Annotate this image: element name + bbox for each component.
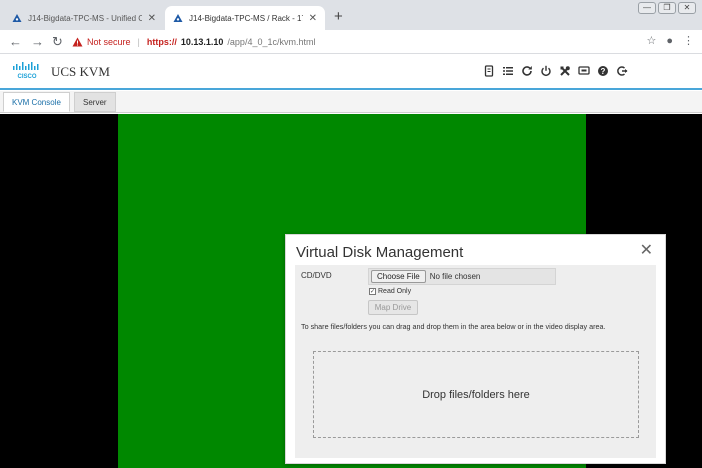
- help-icon[interactable]: ?: [596, 64, 610, 78]
- read-only-checkbox[interactable]: ✓: [369, 288, 376, 295]
- file-input[interactable]: Choose File No file chosen: [368, 268, 556, 285]
- read-only-label: Read Only: [378, 288, 412, 295]
- dialog-body: CD/DVD Choose File No file chosen ✓ Read…: [295, 265, 656, 458]
- cisco-triangle-icon: [12, 14, 22, 22]
- tab-close-icon[interactable]: ✕: [309, 13, 317, 24]
- forward-button[interactable]: →: [31, 33, 44, 51]
- drop-zone-text: Drop files/folders here: [422, 388, 530, 401]
- bookmark-star-icon[interactable]: ☆: [646, 34, 656, 47]
- app-tab-bar: KVM Console Server: [0, 91, 702, 113]
- browser-tab-kvm[interactable]: J14-Bigdata-TPC-MS / Rack - 17 - KVM ✕: [165, 6, 325, 30]
- header-icon-bar: ?: [482, 64, 629, 78]
- browser-toolbar: ← → ↻ Not secure | https://10.13.1.10/ap…: [0, 30, 702, 54]
- browser-tab-strip: J14-Bigdata-TPC-MS - Unified Console ✕ J…: [0, 0, 702, 30]
- cisco-logo-text: CISCO: [17, 74, 36, 80]
- toolbar-right: ☆ ● ⋮: [646, 34, 694, 48]
- url-scheme: https://: [146, 37, 177, 47]
- refresh-icon[interactable]: [520, 64, 534, 78]
- tools-icon[interactable]: [558, 64, 572, 78]
- minimize-button[interactable]: —: [638, 2, 656, 14]
- tab-title: J14-Bigdata-TPC-MS - Unified Console: [28, 13, 142, 23]
- address-bar[interactable]: Not secure | https://10.13.1.10/app/4_0_…: [72, 33, 652, 51]
- virtual-disk-management-dialog: Virtual Disk Management ✕ CD/DVD Choose …: [285, 234, 666, 464]
- url-host: 10.13.1.10: [180, 37, 224, 47]
- display-icon[interactable]: [577, 64, 591, 78]
- back-button[interactable]: ←: [9, 33, 22, 51]
- address-separator: |: [137, 37, 140, 47]
- close-icon[interactable]: ✕: [640, 242, 653, 260]
- svg-text:?: ?: [601, 67, 606, 76]
- security-status[interactable]: Not secure: [87, 37, 131, 47]
- no-file-chosen-text: No file chosen: [429, 272, 481, 281]
- account-icon[interactable]: ●: [666, 35, 673, 47]
- reload-button[interactable]: ↻: [52, 33, 63, 51]
- map-drive-button[interactable]: Map Drive: [368, 300, 418, 315]
- url-path: /app/4_0_1c/kvm.html: [227, 37, 316, 47]
- logout-icon[interactable]: [615, 64, 629, 78]
- warning-icon: [72, 37, 83, 47]
- list-icon[interactable]: [501, 64, 515, 78]
- app-title: UCS KVM: [51, 64, 110, 79]
- cisco-triangle-icon: [173, 14, 183, 22]
- close-window-button[interactable]: ✕: [678, 2, 696, 14]
- tab-close-icon[interactable]: ✕: [148, 13, 156, 24]
- tab-title: J14-Bigdata-TPC-MS / Rack - 17 - KVM: [189, 13, 303, 23]
- dialog-title: Virtual Disk Management: [296, 244, 464, 261]
- maximize-button[interactable]: ❐: [658, 2, 676, 14]
- choose-file-button[interactable]: Choose File: [371, 270, 426, 283]
- window-controls: — ❐ ✕: [638, 2, 696, 14]
- tab-kvm-console[interactable]: KVM Console: [3, 92, 70, 112]
- read-only-option[interactable]: ✓ Read Only: [369, 288, 411, 295]
- cisco-logo: CISCO: [13, 62, 39, 80]
- new-tab-button[interactable]: +: [334, 8, 343, 26]
- drop-zone[interactable]: Drop files/folders here: [313, 351, 639, 438]
- share-instructions: To share files/folders you can drag and …: [301, 322, 606, 331]
- info-icon[interactable]: [482, 64, 496, 78]
- tab-server[interactable]: Server: [74, 92, 116, 112]
- browser-tab-unified-console[interactable]: J14-Bigdata-TPC-MS - Unified Console ✕: [4, 6, 164, 30]
- cd-dvd-label: CD/DVD: [301, 271, 332, 280]
- power-icon[interactable]: [539, 64, 553, 78]
- browser-menu-icon[interactable]: ⋮: [683, 34, 694, 47]
- app-header: CISCO UCS KVM ?: [0, 54, 702, 90]
